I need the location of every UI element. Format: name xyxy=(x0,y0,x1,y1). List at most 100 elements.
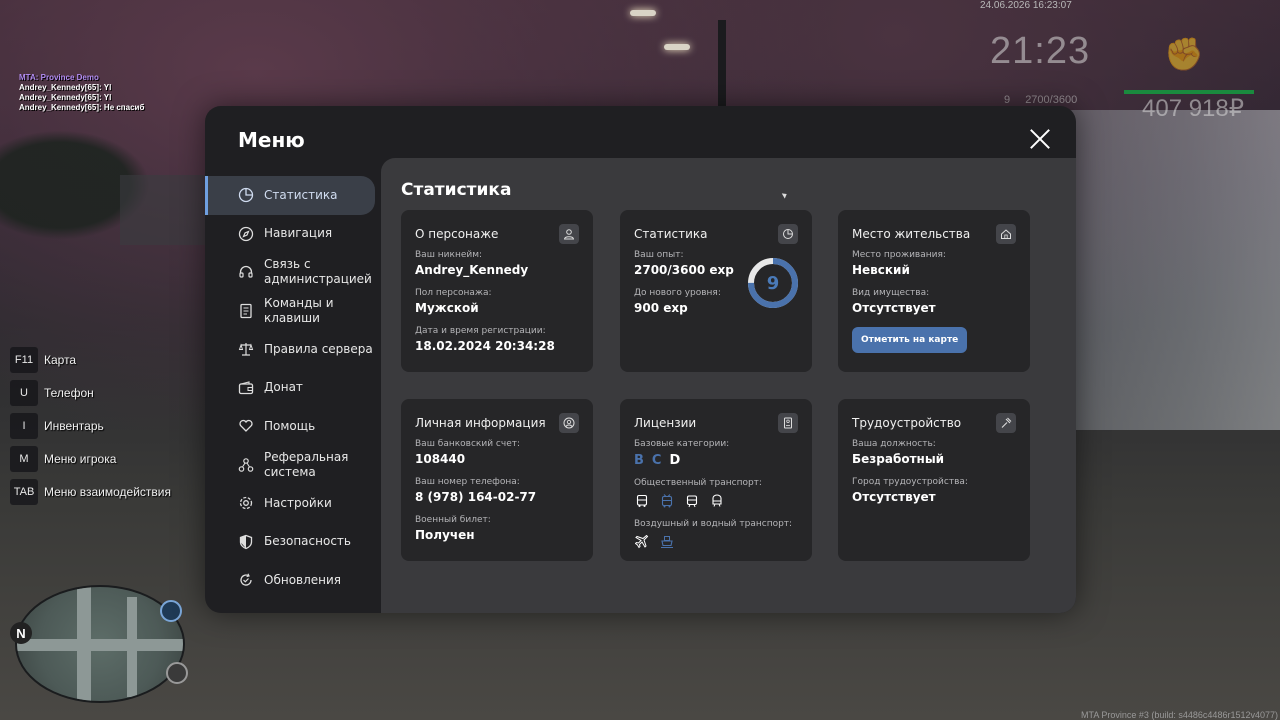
network-icon xyxy=(238,457,254,473)
document-icon xyxy=(238,303,254,319)
content-panel: Статистика О персонаже Ваш никнейм: Andr… xyxy=(381,158,1076,613)
hotkey-label: Меню игрока xyxy=(44,451,117,466)
registration-value: 18.02.2024 20:34:28 xyxy=(415,339,555,353)
field-label: Пол персонажа: xyxy=(415,288,492,298)
sidebar-item-label: Связь с администрацией xyxy=(264,257,372,287)
street-lamp xyxy=(664,44,690,50)
sidebar-item-label: Безопасность xyxy=(264,534,351,549)
level-number: 9 xyxy=(766,272,780,294)
user-circle-icon xyxy=(559,413,579,433)
chat-server-line: MTA: Province Demo xyxy=(19,73,99,82)
hammer-icon xyxy=(996,413,1016,433)
field-label: Место проживания: xyxy=(852,250,946,260)
street-lamp xyxy=(630,10,656,16)
sidebar-item-referral[interactable]: Реферальная система xyxy=(205,446,381,485)
close-icon[interactable] xyxy=(1029,128,1051,150)
field-label: Общественный транспорт: xyxy=(634,478,762,488)
sidebar-item-statistics[interactable]: Статистика xyxy=(205,176,375,215)
field-label: Ваш банковский счет: xyxy=(415,439,521,449)
hud-money: 407 918₽ xyxy=(1142,95,1245,122)
sidebar-item-label: Настройки xyxy=(264,495,332,510)
phone-value: 8 (978) 164-02-77 xyxy=(415,490,537,504)
heart-hand-icon xyxy=(238,418,254,434)
field-label: Вид имущества: xyxy=(852,288,930,298)
card-title: Трудоустройство xyxy=(852,416,962,430)
hotkey-label: Меню взаимодействия xyxy=(44,484,171,499)
mark-on-map-button[interactable]: Отметить на карте xyxy=(852,327,968,353)
menu-sidebar: Статистика Навигация Связь с администрац… xyxy=(205,176,381,600)
gender-value: Мужской xyxy=(415,301,479,315)
license-categories: B C D xyxy=(634,453,798,468)
card-employment: Трудоустройство Ваша должность: Безработ… xyxy=(838,399,1030,561)
bus-icon xyxy=(634,493,650,509)
hotkey-key: TAB xyxy=(10,478,38,505)
field-label: Дата и время регистрации: xyxy=(415,326,546,336)
user-icon xyxy=(559,224,579,244)
sidebar-item-updates[interactable]: Обновления xyxy=(205,561,381,600)
card-title: Лицензии xyxy=(634,416,697,430)
chat-message: Andrey_Kennedy[65]: Yl xyxy=(19,83,112,92)
sidebar-item-label: Донат xyxy=(264,380,303,395)
sidebar-item-label: Правила сервера xyxy=(264,341,373,356)
level-progress-ring: 9 xyxy=(746,256,800,310)
license-category: C xyxy=(651,453,662,468)
property-value: Отсутствует xyxy=(852,301,936,315)
military-id-value: Получен xyxy=(415,528,475,542)
sidebar-item-label: Реферальная система xyxy=(264,449,349,479)
sidebar-item-label: Статистика xyxy=(264,187,338,202)
field-label: Ваша должность: xyxy=(852,439,936,449)
minimap-road xyxy=(127,597,137,697)
hotkey-phone[interactable]: U Телефон xyxy=(10,377,171,410)
sidebar-item-settings[interactable]: Настройки xyxy=(205,484,381,523)
scales-icon xyxy=(238,341,254,357)
tram-icon xyxy=(684,493,700,509)
hotkey-player-menu[interactable]: M Меню игрока xyxy=(10,442,171,475)
sidebar-item-navigation[interactable]: Навигация xyxy=(205,215,381,254)
wallet-icon xyxy=(238,380,254,396)
menu-title: Меню xyxy=(238,128,305,152)
sidebar-item-commands[interactable]: Команды и клавиши xyxy=(205,292,381,331)
hotkey-label: Карта xyxy=(44,353,77,368)
pie-chart-icon xyxy=(238,187,254,203)
hotkey-interaction-menu[interactable]: TAB Меню взаимодействия xyxy=(10,475,171,508)
card-title: О персонаже xyxy=(415,227,499,241)
card-personal: Личная информация Ваш банковский счет: 1… xyxy=(401,399,593,561)
chat-box: MTA: Province Demo Andrey_Kennedy[65]: Y… xyxy=(19,73,144,113)
hotkey-key: I xyxy=(10,412,38,439)
card-title: Статистика xyxy=(634,227,708,241)
bank-account-value: 108440 xyxy=(415,452,466,466)
trolleybus-icon xyxy=(659,493,675,509)
sidebar-item-admin-contact[interactable]: Связь с администрацией xyxy=(205,253,381,292)
gear-icon xyxy=(238,495,254,511)
hud-datetime: 24.06.2026 16:23:07 xyxy=(980,0,1072,11)
hotkey-label: Инвентарь xyxy=(44,418,104,433)
hotkey-key: U xyxy=(10,380,38,407)
sidebar-item-rules[interactable]: Правила сервера xyxy=(205,330,381,369)
fist-icon: ✊ xyxy=(1164,35,1204,73)
chat-message: Andrey_Kennedy[65]: Yl xyxy=(19,93,112,102)
minimap xyxy=(15,585,185,703)
shield-icon xyxy=(238,534,254,550)
sidebar-item-help[interactable]: Помощь xyxy=(205,407,381,446)
license-category: D xyxy=(669,453,681,468)
hotkey-inventory[interactable]: I Инвентарь xyxy=(10,410,171,443)
card-title: Личная информация xyxy=(415,416,546,430)
hotkey-list: F11 Карта U Телефон I Инвентарь M Меню и… xyxy=(10,344,171,508)
minimap-marker-icon xyxy=(166,662,188,684)
residence-value: Невский xyxy=(852,263,910,277)
hud-exp-value: 2700/3600 xyxy=(1025,94,1078,106)
hotkey-map[interactable]: F11 Карта xyxy=(10,344,171,377)
field-label: Базовые категории: xyxy=(634,439,730,449)
field-label: Воздушный и водный транспорт: xyxy=(634,519,793,529)
content-title: Статистика xyxy=(401,180,512,200)
headset-icon xyxy=(238,264,254,280)
sidebar-item-donate[interactable]: Донат xyxy=(205,369,381,408)
background-building-right xyxy=(1060,110,1280,430)
sidebar-item-label: Помощь xyxy=(264,418,316,433)
license-icon xyxy=(778,413,798,433)
field-label: Ваш номер телефона: xyxy=(415,477,520,487)
compass-icon xyxy=(238,226,254,242)
hotkey-key: F11 xyxy=(10,347,38,374)
minimap-road xyxy=(17,639,183,651)
sidebar-item-security[interactable]: Безопасность xyxy=(205,523,381,562)
